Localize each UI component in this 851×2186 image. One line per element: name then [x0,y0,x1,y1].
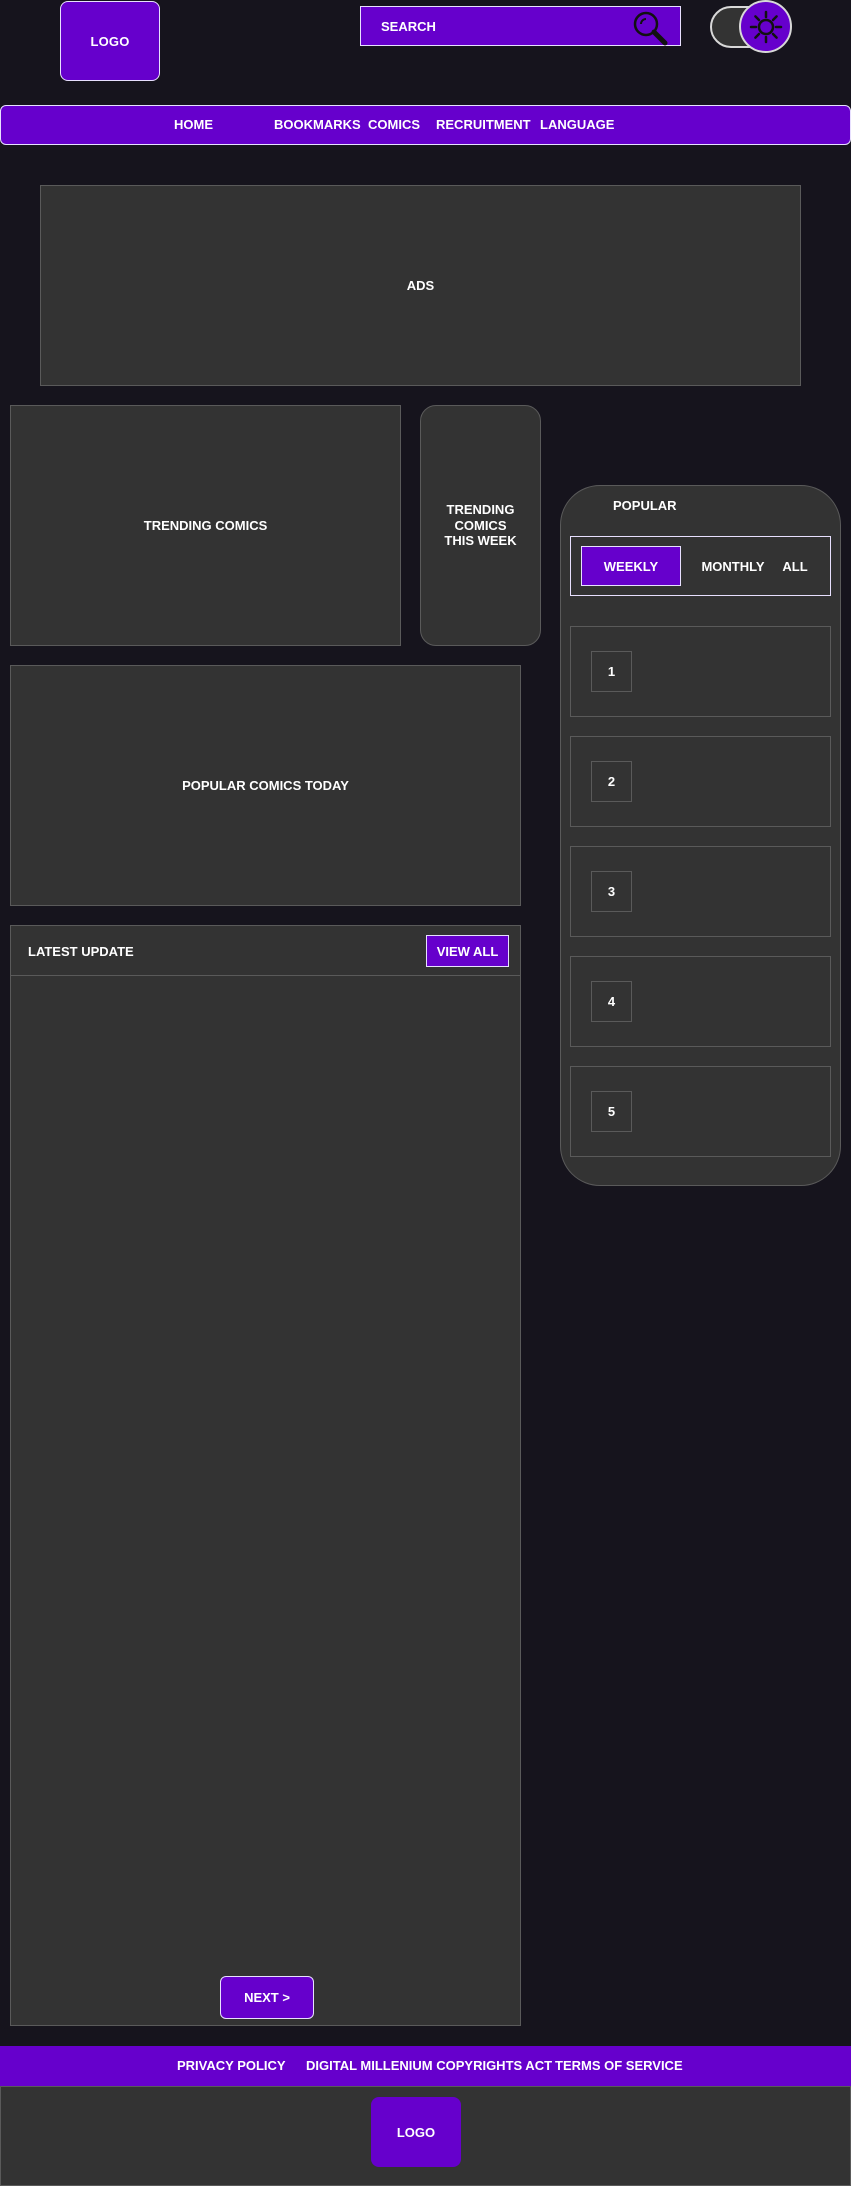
popular-rank-card[interactable]: 5 [570,1066,831,1157]
trending-week-line-1: TRENDING [446,502,515,518]
rank-number: 2 [591,761,632,802]
footer-logo-text: LOGO [396,2124,436,2140]
ads-banner[interactable]: ADS [40,185,801,386]
privacy-policy-link[interactable]: PRIVACY POLICY [177,2058,286,2073]
latest-update-panel: LATEST UPDATE VIEW ALL NEXT > [10,925,521,2026]
main-navbar: HOME BOOKMARKS COMICS RECRUITMENT LANGUA… [0,105,851,145]
rank-number: 4 [591,981,632,1022]
popular-rank-card[interactable]: 1 [570,626,831,717]
search-icon[interactable] [632,10,668,46]
footer-logo[interactable]: LOGO [371,2097,461,2167]
theme-toggle-knob[interactable] [739,0,792,53]
tab-weekly-label: WEEKLY [603,558,659,574]
tab-weekly[interactable]: WEEKLY [581,546,681,586]
dmca-link[interactable]: DIGITAL MILLENIUM COPYRIGHTS ACT [306,2058,552,2073]
trending-comics-panel[interactable]: TRENDING COMICS [10,405,401,646]
tab-monthly-label: MONTHLY [701,558,765,574]
logo-text: LOGO [90,33,130,49]
popular-today-label: POPULAR COMICS TODAY [182,778,349,793]
footer-links-bar: PRIVACY POLICY DIGITAL MILLENIUM COPYRIG… [0,2046,851,2086]
view-all-button[interactable]: VIEW ALL [426,935,509,967]
popular-comics-today-panel[interactable]: POPULAR COMICS TODAY [10,665,521,906]
trending-this-week-panel[interactable]: TRENDING COMICS THIS WEEK [420,405,541,646]
terms-of-service-link[interactable]: TERMS OF SERVICE [555,2058,683,2073]
popular-rank-card[interactable]: 3 [570,846,831,937]
search-input[interactable]: SEARCH [360,6,681,46]
popular-rank-card[interactable]: 4 [570,956,831,1047]
rank-number: 3 [591,871,632,912]
tab-all[interactable]: ALL [775,546,815,586]
latest-update-title: LATEST UPDATE [28,944,134,959]
logo[interactable]: LOGO [60,1,160,81]
rank-number: 1 [591,651,632,692]
next-page-button[interactable]: NEXT > [220,1976,314,2019]
trending-comics-label: TRENDING COMICS [143,518,268,533]
nav-comics[interactable]: COMICS [368,117,420,132]
trending-week-line-3: THIS WEEK [444,533,517,549]
ads-label: ADS [406,278,435,293]
popular-title: POPULAR [613,498,677,513]
sun-icon [749,10,782,43]
latest-update-header: LATEST UPDATE VIEW ALL [11,926,520,976]
view-all-label: VIEW ALL [436,943,499,959]
trending-week-line-2: COMICS [454,517,507,533]
popular-sidebar: POPULAR WEEKLY MONTHLY ALL 1 2 3 4 5 [560,485,841,1186]
nav-recruitment[interactable]: RECRUITMENT [436,117,531,132]
popular-tabs: WEEKLY MONTHLY ALL [570,536,831,596]
next-label: NEXT > [244,1990,290,2005]
nav-bookmarks[interactable]: BOOKMARKS [274,117,361,132]
nav-language[interactable]: LANGUAGE [540,117,614,132]
rank-number: 5 [591,1091,632,1132]
nav-home[interactable]: HOME [174,117,213,132]
popular-rank-card[interactable]: 2 [570,736,831,827]
tab-all-label: ALL [782,558,808,574]
footer: LOGO [0,2086,851,2186]
search-placeholder: SEARCH [381,18,436,34]
tab-monthly[interactable]: MONTHLY [701,546,765,586]
